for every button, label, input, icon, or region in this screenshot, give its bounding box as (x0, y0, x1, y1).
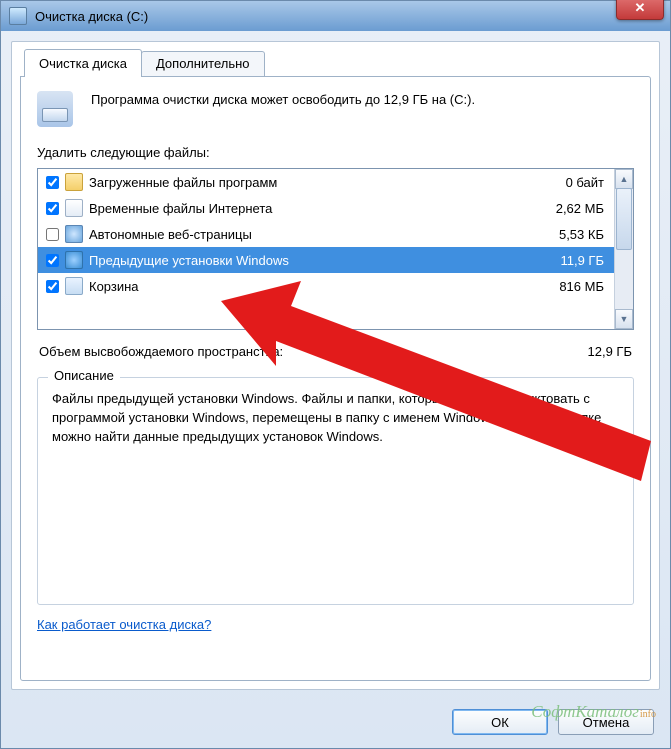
tab-cleanup[interactable]: Очистка диска (24, 49, 142, 77)
globe-icon (65, 225, 83, 243)
help-link[interactable]: Как работает очистка диска? (37, 617, 211, 632)
item-checkbox[interactable] (46, 228, 59, 241)
item-size: 11,9 ГБ (514, 253, 608, 268)
item-name: Корзина (89, 279, 514, 294)
item-name: Временные файлы Интернета (89, 201, 514, 216)
scroll-thumb[interactable] (616, 188, 632, 250)
item-checkbox[interactable] (46, 280, 59, 293)
total-value: 12,9 ГБ (532, 344, 632, 359)
description-title: Описание (48, 368, 120, 383)
window-title: Очистка диска (C:) (35, 9, 148, 24)
item-size: 2,62 МБ (514, 201, 608, 216)
list-item[interactable]: Предыдущие установки Windows11,9 ГБ (38, 247, 614, 273)
item-name: Автономные веб-страницы (89, 227, 514, 242)
app-icon (9, 7, 27, 25)
tab-page-cleanup: Программа очистки диска может освободить… (20, 76, 651, 681)
item-size: 5,53 КБ (514, 227, 608, 242)
item-name: Загруженные файлы программ (89, 175, 514, 190)
drive-icon (37, 91, 73, 127)
scrollbar[interactable]: ▲ ▼ (614, 169, 633, 329)
page-icon (65, 199, 83, 217)
total-row: Объем высвобождаемого пространства: 12,9… (39, 344, 632, 359)
dialog-footer: ОК Отмена (1, 696, 670, 748)
scroll-up-button[interactable]: ▲ (615, 169, 633, 189)
cancel-button[interactable]: Отмена (558, 709, 654, 735)
total-label: Объем высвобождаемого пространства: (39, 344, 532, 359)
help-row: Как работает очистка диска? (37, 617, 634, 632)
tab-advanced[interactable]: Дополнительно (141, 51, 265, 79)
close-button[interactable]: ✕ (616, 0, 664, 20)
summary-row: Программа очистки диска может освободить… (37, 91, 634, 127)
dialog-disk-cleanup: Очистка диска (C:) ✕ Очистка диска Допол… (0, 0, 671, 749)
description-text: Файлы предыдущей установки Windows. Файл… (52, 390, 619, 447)
ok-button[interactable]: ОК (452, 709, 548, 735)
item-size: 0 байт (514, 175, 608, 190)
client-area: Очистка диска Дополнительно Программа оч… (11, 41, 660, 690)
bin-icon (65, 277, 83, 295)
list-item[interactable]: Корзина816 МБ (38, 273, 614, 299)
item-checkbox[interactable] (46, 202, 59, 215)
item-checkbox[interactable] (46, 254, 59, 267)
summary-text: Программа очистки диска может освободить… (91, 91, 475, 110)
list-item[interactable]: Временные файлы Интернета2,62 МБ (38, 195, 614, 221)
item-name: Предыдущие установки Windows (89, 253, 514, 268)
delete-files-label: Удалить следующие файлы: (37, 145, 634, 160)
list-item[interactable]: Автономные веб-страницы5,53 КБ (38, 221, 614, 247)
list-item[interactable]: Загруженные файлы программ0 байт (38, 169, 614, 195)
files-listbox[interactable]: Загруженные файлы программ0 байтВременны… (37, 168, 634, 330)
item-checkbox[interactable] (46, 176, 59, 189)
folder-icon (65, 173, 83, 191)
scroll-down-button[interactable]: ▼ (615, 309, 633, 329)
win-icon (65, 251, 83, 269)
titlebar[interactable]: Очистка диска (C:) ✕ (1, 1, 670, 31)
item-size: 816 МБ (514, 279, 608, 294)
tab-strip: Очистка диска Дополнительно (12, 42, 659, 77)
description-group: Описание Файлы предыдущей установки Wind… (37, 377, 634, 605)
